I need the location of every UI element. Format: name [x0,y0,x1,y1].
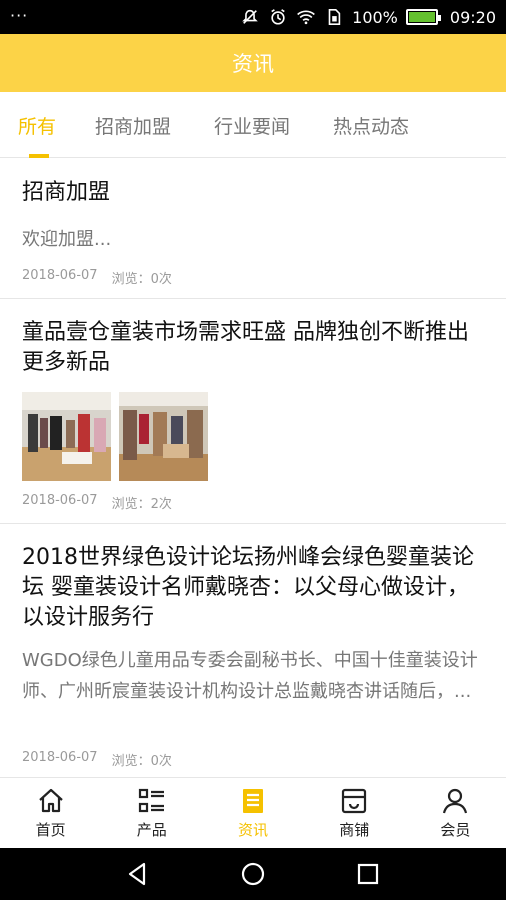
mute-icon [240,7,260,27]
store-photo-1[interactable] [22,392,111,481]
battery-percent: 100% [352,7,398,27]
nav-news[interactable]: 资讯 [202,778,303,848]
list-icon [138,788,164,813]
tab-hot-topics[interactable]: 热点动态 [333,92,409,158]
wifi-icon [296,7,316,27]
article-title: 2018世界绿色设计论坛扬州峰会绿色婴童装论坛 婴童装设计名师戴晓杏：以父母心做… [22,545,474,630]
article-summary: 欢迎加盟... [22,229,112,250]
battery-icon [405,9,441,25]
news-icon [243,789,263,813]
system-nav-bar [0,848,506,900]
tab-all[interactable]: 所有 [18,92,56,158]
notification-dots: ··· [10,6,29,25]
article-date: 2018-06-07 [22,750,98,765]
nav-products[interactable]: 产品 [101,778,202,848]
store-photo-2[interactable] [119,392,208,481]
active-tab-indicator [29,154,49,158]
article-item[interactable]: 童品壹仓童装市场需求旺盛 品牌独创不断推出更多新品 2018-06-07 浏览：… [0,299,506,524]
article-item[interactable]: 招商加盟 欢迎加盟... 2018-06-07 浏览：0次 [0,159,506,299]
article-title: 童品壹仓童装市场需求旺盛 品牌独创不断推出更多新品 [22,320,469,375]
alarm-icon [268,7,288,27]
category-tabs: 所有 招商加盟 行业要闻 热点动态 [0,92,506,158]
user-icon [443,788,468,814]
status-bar: ··· 100% 09:20 [0,0,506,34]
bottom-nav: 首页 产品 资讯 商铺 会员 [0,777,506,848]
article-thumbnails [22,392,208,481]
article-list: 招商加盟 欢迎加盟... 2018-06-07 浏览：0次 童品壹仓童装市场需求… [0,159,506,777]
tab-label: 招商加盟 [95,115,172,138]
article-views: 浏览：0次 [111,754,172,769]
article-meta: 2018-06-07 浏览：0次 [22,268,172,287]
store-icon [342,788,367,814]
article-summary: WGDO绿色儿童用品专委会副秘书长、中国十佳童装设计师、广州昕宸童装设计机构设计… [22,650,478,702]
article-date: 2018-06-07 [22,493,98,508]
article-views: 浏览：0次 [111,272,172,287]
article-meta: 2018-06-07 浏览：2次 [22,493,172,512]
tab-label: 所有 [18,115,57,138]
page-title: 资讯 [232,52,274,76]
home-circle-icon[interactable] [239,860,267,888]
article-views: 浏览：2次 [111,497,172,512]
tab-franchise[interactable]: 招商加盟 [95,92,171,158]
home-icon [38,788,63,813]
nav-label: 产品 [136,821,167,839]
tab-label: 热点动态 [333,115,410,138]
article-date: 2018-06-07 [22,268,98,283]
recents-icon[interactable] [354,860,382,888]
nav-member[interactable]: 会员 [405,778,506,848]
app-bar: 资讯 [0,34,506,92]
tab-industry-news[interactable]: 行业要闻 [214,92,290,158]
nav-label: 资讯 [238,821,269,839]
nav-label: 会员 [440,821,471,839]
back-icon[interactable] [124,860,152,888]
clock: 09:20 [449,7,496,27]
sim-icon [324,7,344,27]
article-title: 招商加盟 [22,180,111,205]
nav-store[interactable]: 商铺 [304,778,405,848]
article-meta: 2018-06-07 浏览：0次 [22,750,172,769]
nav-home[interactable]: 首页 [0,778,101,848]
nav-label: 首页 [35,821,66,839]
article-item[interactable]: 2018世界绿色设计论坛扬州峰会绿色婴童装论坛 婴童装设计名师戴晓杏：以父母心做… [0,524,506,777]
tab-label: 行业要闻 [214,115,291,138]
nav-label: 商铺 [339,821,370,839]
